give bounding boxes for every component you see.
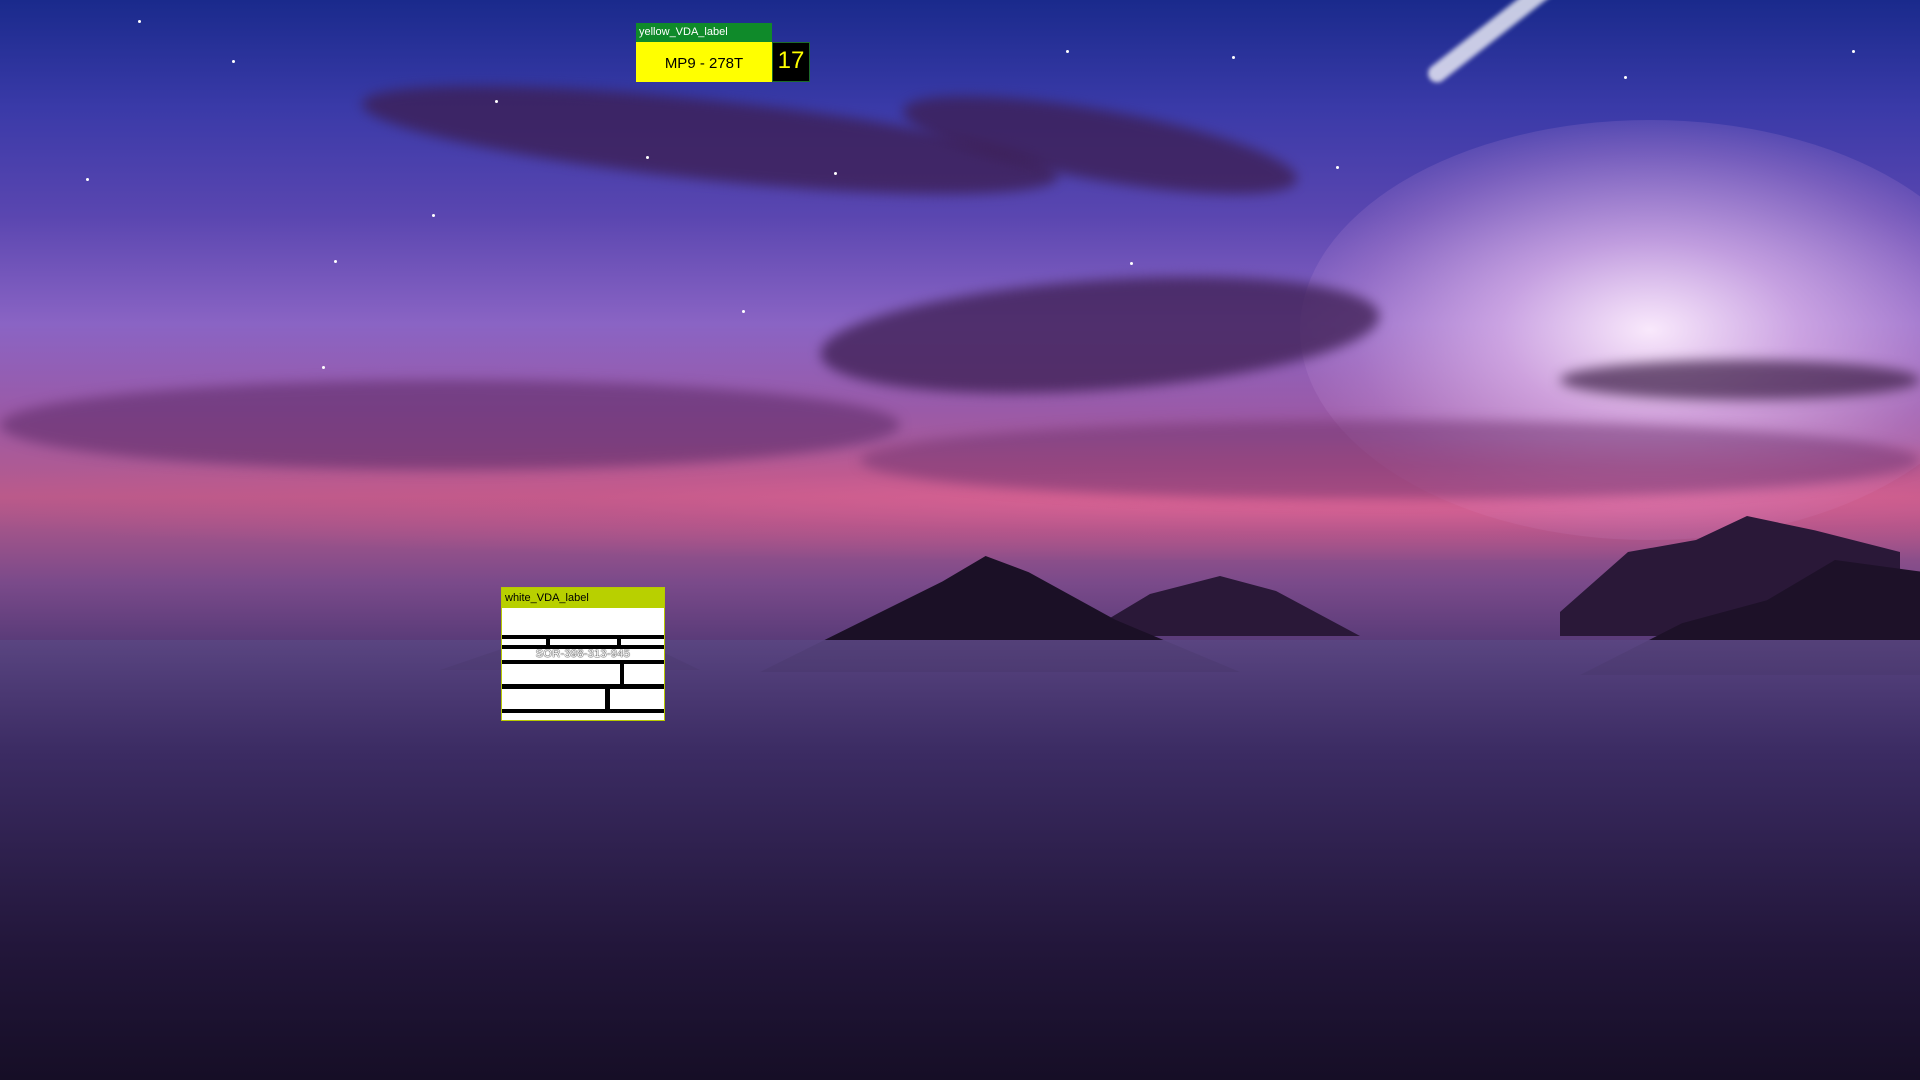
star bbox=[495, 100, 498, 103]
label-bar bbox=[502, 684, 664, 689]
cloud bbox=[816, 260, 1384, 410]
cloud bbox=[1560, 360, 1920, 400]
star bbox=[1130, 262, 1133, 265]
cloud bbox=[0, 380, 900, 470]
label-bar bbox=[617, 635, 621, 645]
star bbox=[232, 60, 235, 63]
label-bar bbox=[502, 635, 664, 639]
label-bar bbox=[502, 709, 664, 713]
star bbox=[334, 260, 337, 263]
label-bar bbox=[605, 689, 610, 709]
fog-layer bbox=[0, 640, 1920, 1080]
yellow-label-text: MP9 - 278T bbox=[636, 42, 772, 82]
white-label-widget[interactable]: white_VDA_label SOR-398-313-945 bbox=[501, 587, 665, 721]
star bbox=[1232, 56, 1235, 59]
label-bar bbox=[546, 635, 550, 645]
star bbox=[432, 214, 435, 217]
star bbox=[1852, 50, 1855, 53]
star bbox=[86, 178, 89, 181]
yellow-label-count: 17 bbox=[772, 42, 810, 82]
star bbox=[1336, 166, 1339, 169]
star bbox=[742, 310, 745, 313]
white-label-title[interactable]: white_VDA_label bbox=[502, 588, 664, 608]
star bbox=[322, 366, 325, 369]
cloud bbox=[860, 420, 1920, 500]
white-label-code: SOR-398-313-945 bbox=[535, 648, 631, 660]
star bbox=[834, 172, 837, 175]
desktop: yellow_VDA_label MP9 - 278T 17 white_VDA… bbox=[0, 0, 1920, 1080]
label-bar bbox=[620, 664, 624, 684]
star bbox=[1066, 50, 1069, 53]
star bbox=[1624, 76, 1627, 79]
yellow-label-title[interactable]: yellow_VDA_label bbox=[636, 23, 772, 42]
contrail bbox=[1424, 0, 1672, 87]
star bbox=[646, 156, 649, 159]
yellow-label-widget[interactable]: yellow_VDA_label MP9 - 278T 17 bbox=[636, 23, 810, 82]
label-bar bbox=[502, 660, 664, 664]
star bbox=[138, 20, 141, 23]
